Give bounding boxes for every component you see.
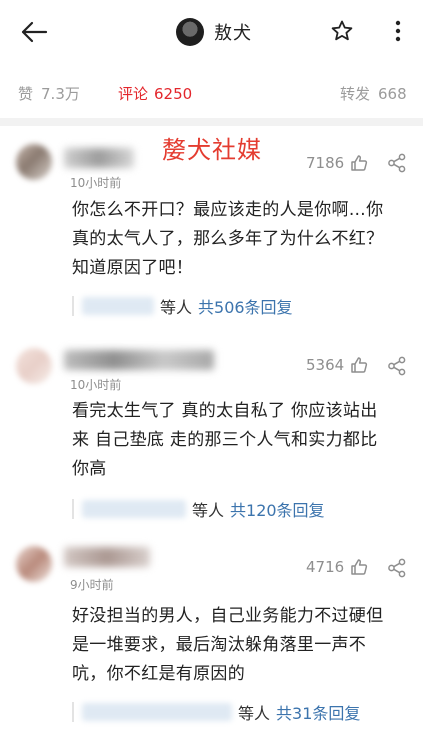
comment-line: 你高 <box>72 459 107 479</box>
thumbs-up-icon <box>350 558 368 576</box>
reply-names-blurred <box>82 297 154 315</box>
more-button[interactable] <box>384 15 412 47</box>
replies-link[interactable]: 等人 共31条回复 <box>72 700 360 724</box>
comment-line: 是一堆要求，最后淘汰躲角落里一声不 <box>72 635 367 655</box>
reply-divider <box>72 499 74 519</box>
likes-count: 7.3万 <box>41 85 80 103</box>
share-icon <box>388 153 406 173</box>
reply-who: 等人 <box>160 298 193 317</box>
reply-divider <box>72 296 74 316</box>
top-bar: 敖犬 <box>0 0 423 64</box>
comment-time: 10小时前 <box>70 176 122 190</box>
comments-count: 6250 <box>154 85 193 103</box>
shares-label: 转发 <box>340 85 371 103</box>
comment-line: 来 自己垫底 走的那三个人气和实力都比 <box>72 430 378 450</box>
like-button[interactable]: 7186 <box>306 154 368 172</box>
share-button[interactable] <box>386 355 408 377</box>
more-vertical-icon <box>395 20 401 42</box>
replies-link[interactable]: 等人 共120条回复 <box>72 497 325 521</box>
share-icon <box>388 356 406 376</box>
commenter-name[interactable] <box>64 350 214 370</box>
comment-text: 好没担当的男人，自己业务能力不过硬但 是一堆要求，最后淘汰躲角落里一声不 吭，你… <box>72 602 412 689</box>
like-button[interactable]: 4716 <box>306 558 368 576</box>
comment-line: 好没担当的男人，自己业务能力不过硬但 <box>72 606 384 626</box>
like-count: 7186 <box>306 154 345 172</box>
share-icon <box>388 558 406 578</box>
avatar[interactable] <box>16 348 52 384</box>
comment-line: 吭，你不红是有原因的 <box>72 664 245 684</box>
reply-who: 等人 <box>192 501 225 520</box>
tab-comments[interactable]: 评论 6250 <box>118 83 192 104</box>
page-title: 敖犬 <box>176 16 252 48</box>
share-button[interactable] <box>386 152 408 174</box>
comment-time: 10小时前 <box>70 378 122 392</box>
replies-link[interactable]: 等人 共506条回复 <box>72 294 293 318</box>
reply-names-blurred <box>82 500 186 518</box>
comment-time: 9小时前 <box>70 578 114 592</box>
back-button[interactable] <box>16 14 52 50</box>
comment-line: 知道原因了吧！ <box>72 258 194 278</box>
reply-divider <box>72 702 74 722</box>
shares-count: 668 <box>378 85 407 103</box>
back-arrow-icon <box>21 21 48 43</box>
like-button[interactable]: 5364 <box>306 356 368 374</box>
reply-count: 共120条回复 <box>230 501 325 520</box>
like-count: 5364 <box>306 356 345 374</box>
commenter-name[interactable] <box>64 547 150 567</box>
tab-shares[interactable]: 转发 668 <box>340 83 407 104</box>
thumbs-up-icon <box>350 154 368 172</box>
reply-count: 共31条回复 <box>276 704 361 723</box>
section-divider <box>0 118 423 126</box>
avatar <box>176 18 204 46</box>
reply-count: 共506条回复 <box>198 298 293 317</box>
watermark: 嫠犬社媒 <box>162 136 262 164</box>
comment-text: 看完太生气了 真的太自私了 你应该站出 来 自己垫底 走的那三个人气和实力都比 … <box>72 397 412 484</box>
like-count: 4716 <box>306 558 345 576</box>
comment-line: 真的太气人了，那么多年了为什么不红？ <box>72 229 384 249</box>
comment-line: 你怎么不开口？最应该走的人是你啊…你 <box>72 200 384 220</box>
reply-names-blurred <box>82 703 232 721</box>
avatar[interactable] <box>16 144 52 180</box>
comment-line: 看完太生气了 真的太自私了 你应该站出 <box>72 401 378 421</box>
page-title-text: 敖犬 <box>214 23 252 44</box>
stats-bar: 赞 7.3万 评论 6250 转发 668 <box>0 76 423 112</box>
comments-label: 评论 <box>118 85 149 103</box>
tab-likes[interactable]: 赞 7.3万 <box>18 83 80 104</box>
star-icon <box>331 20 353 41</box>
commenter-name[interactable] <box>64 148 134 168</box>
avatar[interactable] <box>16 546 52 582</box>
comment-text: 你怎么不开口？最应该走的人是你啊…你 真的太气人了，那么多年了为什么不红？ 知道… <box>72 196 412 283</box>
likes-label: 赞 <box>18 85 34 103</box>
thumbs-up-icon <box>350 356 368 374</box>
reply-who: 等人 <box>238 704 271 723</box>
share-button[interactable] <box>386 557 408 579</box>
favorite-button[interactable] <box>326 15 358 47</box>
